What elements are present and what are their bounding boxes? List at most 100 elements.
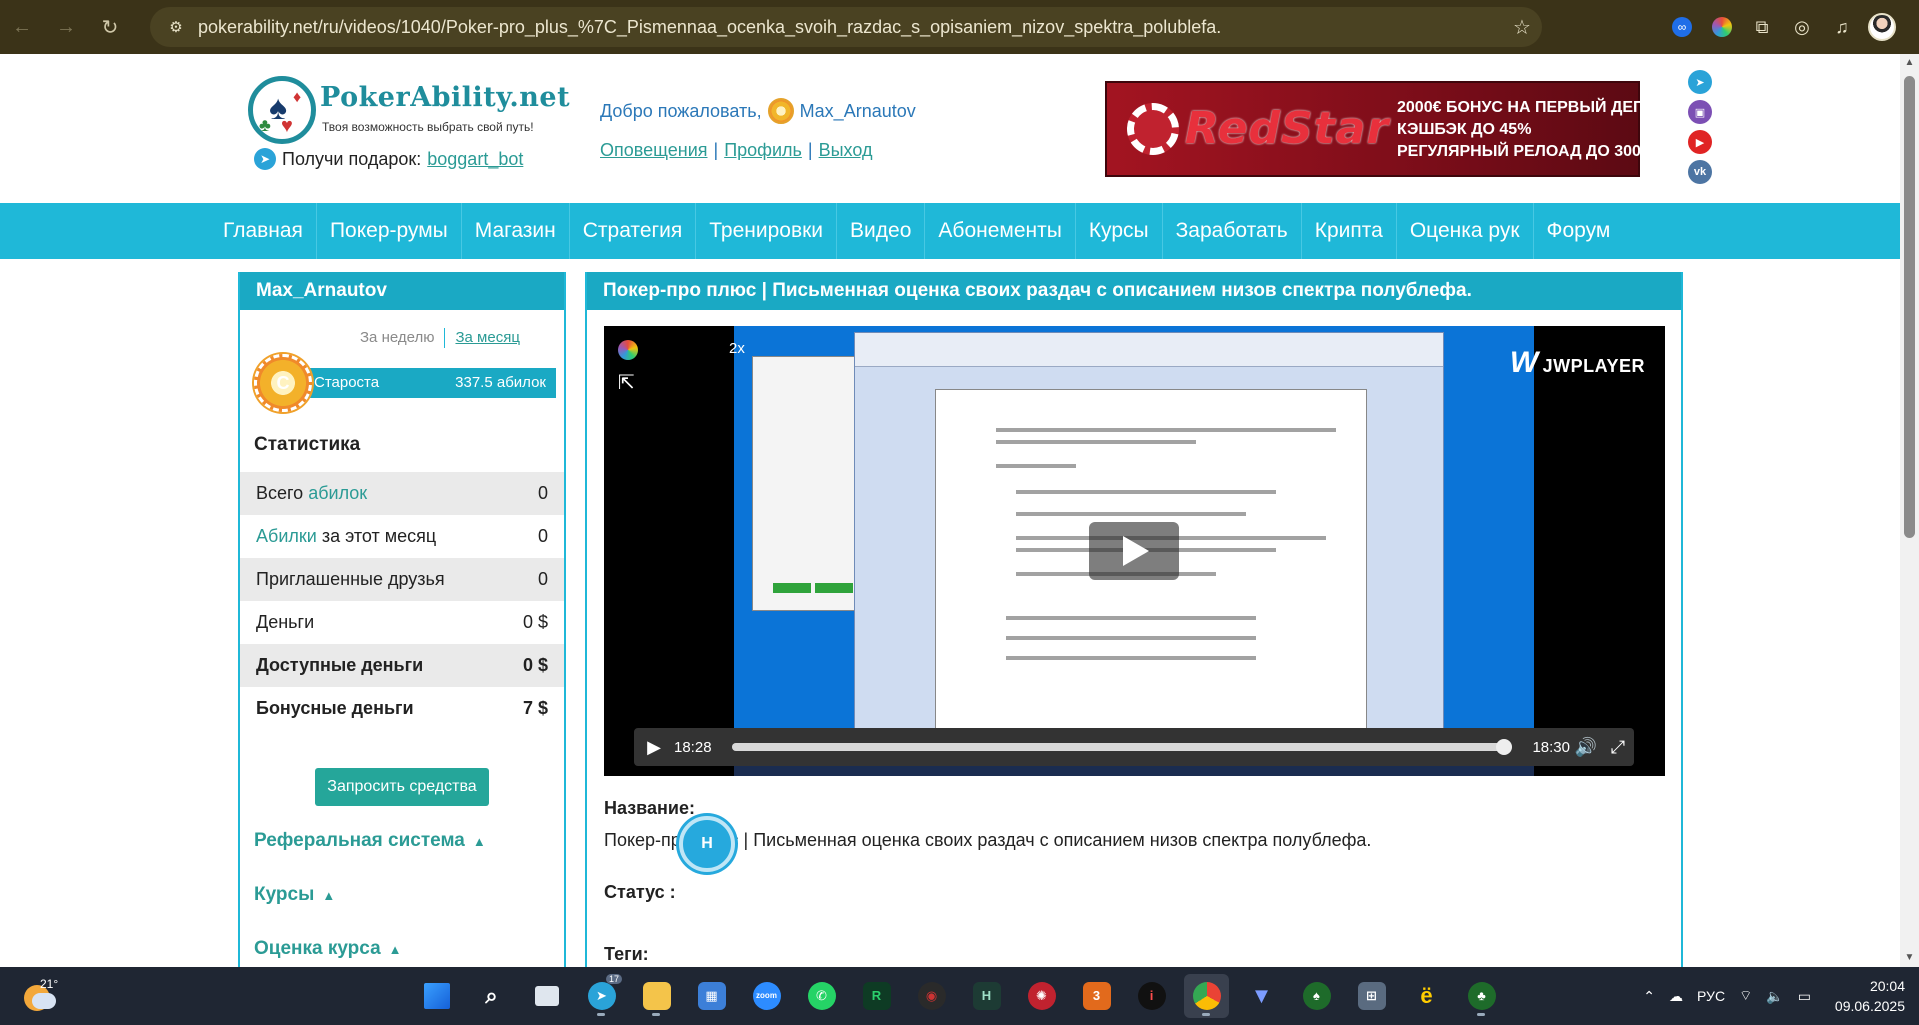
course-rating-section-toggle[interactable]: Оценка курса ▲	[254, 938, 402, 960]
gift-bot-link[interactable]: boggart_bot	[427, 149, 523, 170]
seek-bar[interactable]	[732, 739, 1513, 755]
referral-section-toggle[interactable]: Реферальная система ▲	[254, 830, 486, 852]
clock-time: 20:04	[1869, 978, 1905, 994]
nav-item-trainings[interactable]: Тренировки	[696, 203, 838, 259]
redstar-banner[interactable]: RedStar 2000€ БОНУС НА ПЕРВЫЙ ДЕП КЭШБЭК…	[1105, 81, 1650, 177]
courses-section-toggle[interactable]: Курсы ▲	[254, 884, 335, 906]
battery-icon[interactable]: ▭	[1798, 988, 1811, 1005]
fullscreen-icon[interactable]: ⤢	[1602, 737, 1634, 758]
seek-knob[interactable]	[1496, 739, 1513, 755]
abilki-link[interactable]: абилок	[308, 483, 367, 503]
url-text[interactable]: pokerability.net/ru/videos/1040/Poker-pr…	[198, 17, 1502, 38]
temperature: 21°	[40, 977, 59, 991]
poker-chip-icon[interactable]: ◉	[909, 974, 954, 1018]
whatsapp-icon[interactable]: ✆	[799, 974, 844, 1018]
search-icon[interactable]: ⌕	[469, 974, 514, 1018]
telegram-app-icon[interactable]: ➤ 17	[579, 974, 624, 1018]
video-title: Покер-про плюс | Письменная оценка своих…	[587, 272, 1681, 310]
logo-badge-icon: ♠ ♦ ♣ ♥	[248, 76, 316, 144]
main-nav: Главная Покер-румы Магазин Стратегия Тре…	[0, 203, 1900, 259]
app-i-icon[interactable]: i	[1129, 974, 1174, 1018]
nav-item-poker-rooms[interactable]: Покер-румы	[317, 203, 462, 259]
store-icon[interactable]: ▦	[689, 974, 734, 1018]
banner-offer: 2000€ БОНУС НА ПЕРВЫЙ ДЕП КЭШБЭК ДО 45% …	[1397, 97, 1650, 163]
language-indicator[interactable]: РУС	[1697, 988, 1725, 1004]
nav-item-home[interactable]: Главная	[210, 203, 317, 259]
yandex-icon[interactable]: ё	[1404, 974, 1449, 1018]
sidebar-title: Max_Arnautov	[240, 272, 564, 310]
redstar-app-icon[interactable]: ✺	[1019, 974, 1064, 1018]
weather-widget[interactable]: 21°	[18, 975, 78, 1017]
stat-row: Абилки за этот месяц 0	[240, 515, 564, 558]
name-label: Название:	[604, 798, 695, 818]
external-link-icon[interactable]: ⇱	[618, 370, 635, 395]
welcome-text: Добро пожаловать,	[600, 100, 762, 121]
forward-button[interactable]: →	[44, 7, 88, 47]
triangle-app-icon[interactable]: ▼	[1239, 974, 1284, 1018]
nav-item-video[interactable]: Видео	[837, 203, 926, 259]
nav-item-courses[interactable]: Курсы	[1076, 203, 1163, 259]
volume-icon[interactable]: 🔊	[1570, 737, 1602, 758]
page-scrollbar[interactable]: ▲ ▼	[1900, 54, 1919, 967]
stat-row: Деньги 0 $	[240, 601, 564, 644]
tray-expand-icon[interactable]: ⌃	[1643, 988, 1655, 1005]
profile-avatar[interactable]	[1865, 10, 1899, 44]
task-view-icon[interactable]	[524, 974, 569, 1018]
video-player[interactable]: ⇱ 2x W JWPLAYER ▶ 18:28 18:30 🔊 ⤢	[604, 326, 1665, 776]
jwplayer-brand: JWPLAYER	[1542, 356, 1645, 376]
vk-icon[interactable]: vk	[1688, 160, 1712, 184]
telegram-icon[interactable]: ➤	[1688, 70, 1712, 94]
back-button[interactable]: ←	[0, 7, 44, 47]
nav-item-hand-review[interactable]: Оценка рук	[1397, 203, 1534, 259]
nav-item-crypto[interactable]: Крипта	[1302, 203, 1397, 259]
site-logo[interactable]: ♠ ♦ ♣ ♥ PokerAbility.net Твоя возможность в…	[248, 72, 570, 152]
period-week[interactable]: За неделю	[360, 329, 434, 346]
start-icon[interactable]	[414, 974, 459, 1018]
nav-item-subscriptions[interactable]: Абонементы	[925, 203, 1076, 259]
app-h-icon[interactable]: H	[964, 974, 1009, 1018]
extension-infinity-icon[interactable]: ∞	[1665, 10, 1699, 44]
app-3-icon[interactable]: 3	[1074, 974, 1119, 1018]
notifications-link[interactable]: Оповещения	[600, 140, 708, 160]
welcome-username[interactable]: Max_Arnautov	[800, 101, 916, 122]
request-funds-button[interactable]: Запросить средства	[315, 768, 489, 806]
screenshot-icon[interactable]: ◎	[1785, 10, 1819, 44]
site-info-icon[interactable]: ⚙	[158, 7, 194, 47]
volume-tray-icon[interactable]: 🔈	[1766, 988, 1783, 1005]
abilki-link[interactable]: Абилки	[256, 526, 317, 546]
scroll-thumb[interactable]	[1904, 76, 1915, 538]
wifi-icon[interactable]: ⌔	[1739, 987, 1752, 1005]
calculator-icon[interactable]: ⊞	[1349, 974, 1394, 1018]
bookmark-star-icon[interactable]: ☆	[1502, 15, 1542, 40]
media-control-icon[interactable]: ♫	[1825, 10, 1859, 44]
nav-item-strategy[interactable]: Стратегия	[570, 203, 697, 259]
zoom-icon[interactable]: zoom	[744, 974, 789, 1018]
play-icon[interactable]: ▶	[634, 737, 674, 758]
scroll-down-arrow-icon[interactable]: ▼	[1900, 949, 1919, 967]
poker-app-icon[interactable]: ♠	[1294, 974, 1339, 1018]
extension-color-icon[interactable]	[1705, 10, 1739, 44]
period-month[interactable]: За месяц	[455, 329, 519, 346]
twitch-icon[interactable]: ▣	[1688, 100, 1712, 124]
reload-button[interactable]: ↻	[88, 7, 132, 47]
address-bar[interactable]: ⚙ pokerability.net/ru/videos/1040/Poker-…	[150, 7, 1542, 47]
nav-item-earn[interactable]: Заработать	[1163, 203, 1302, 259]
chrome-icon[interactable]	[1184, 974, 1229, 1018]
poker-app2-icon[interactable]: ♣	[1459, 974, 1504, 1018]
nav-item-shop[interactable]: Магазин	[462, 203, 570, 259]
profile-link[interactable]: Профиль	[724, 140, 802, 160]
youtube-icon[interactable]: ▶	[1688, 130, 1712, 154]
scroll-up-arrow-icon[interactable]: ▲	[1900, 54, 1919, 72]
color-picker-icon[interactable]	[618, 340, 638, 360]
stat-row: Доступные деньги 0 $	[240, 644, 564, 687]
app-green-icon[interactable]: R	[854, 974, 899, 1018]
extensions-puzzle-icon[interactable]: ⧉	[1745, 10, 1779, 44]
clock-date: 09.06.2025	[1834, 998, 1905, 1014]
playback-speed[interactable]: 2x	[729, 340, 745, 357]
logout-link[interactable]: Выход	[819, 140, 873, 160]
file-explorer-icon[interactable]	[634, 974, 679, 1018]
clock[interactable]: 20:04 09.06.2025	[1835, 976, 1905, 1016]
big-play-button[interactable]	[1089, 522, 1179, 580]
onedrive-icon[interactable]: ☁	[1669, 988, 1683, 1005]
nav-item-forum[interactable]: Форум	[1534, 203, 1624, 259]
